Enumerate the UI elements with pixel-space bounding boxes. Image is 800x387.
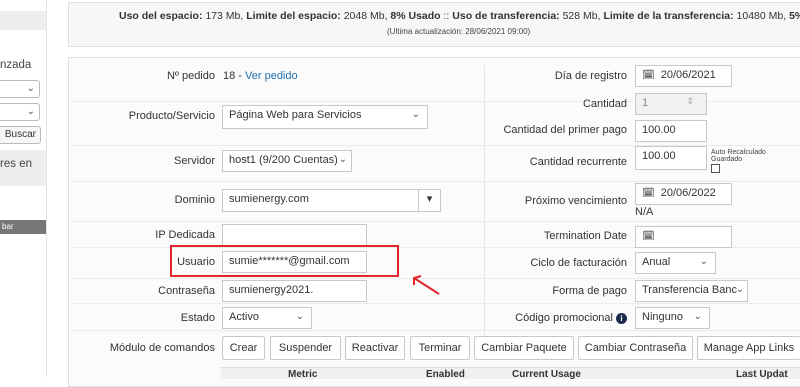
payment-method-value: Transferencia Banc	[642, 284, 737, 296]
metric-column-header: Metric	[288, 369, 318, 380]
enabled-column-header: Enabled	[426, 369, 465, 380]
metrics-table-header: Metric Enabled Current Usage Last Updat	[221, 367, 800, 380]
row-divider	[70, 303, 800, 304]
info-icon[interactable]: i	[616, 313, 627, 324]
password-label: Contraseña	[158, 285, 215, 297]
first-payment-value: 100.00	[642, 124, 676, 136]
next-due-label: Próximo vencimiento	[524, 195, 627, 207]
termination-date-label: Termination Date	[543, 230, 627, 242]
first-payment-input[interactable]: 100.00	[635, 120, 707, 142]
server-label: Servidor	[174, 155, 215, 167]
current-usage-column-header: Current Usage	[512, 369, 581, 380]
order-number-value: 18 - Ver pedido	[223, 70, 298, 82]
calendar-icon: 🗓	[642, 231, 655, 242]
recurring-amount-input[interactable]: 100.00	[635, 146, 707, 170]
server-select-value: host1 (9/200 Cuentas)	[229, 154, 338, 166]
billing-cycle-select[interactable]: Anual ⌄	[635, 252, 716, 274]
chevron-down-icon: ⌄	[693, 311, 702, 322]
next-due-date-input[interactable]: 🗓 20/06/2022	[635, 183, 732, 205]
auto-recalc-label: Auto Recalculado	[711, 149, 766, 156]
row-divider	[70, 181, 800, 182]
product-select[interactable]: Página Web para Servicios ⌄	[222, 105, 428, 129]
domain-input-value: sumienergy.com	[229, 193, 309, 205]
sidebar-advanced-heading: nzada	[0, 59, 32, 71]
username-highlight-box	[170, 245, 399, 277]
sidebar-filter-select-2[interactable]: ⌄	[0, 103, 40, 121]
status-select[interactable]: Activo ⌄	[222, 307, 312, 329]
registration-date-label: Día de registro	[554, 70, 627, 82]
chevron-down-icon: ⌄	[411, 109, 420, 120]
password-input[interactable]: sumienergy2021.	[222, 280, 367, 302]
module-commands-label: Módulo de comandos	[109, 342, 215, 354]
sidebar-filter-select-1[interactable]: ⌄	[0, 80, 40, 98]
auto-recalculate-checkbox[interactable]	[711, 164, 720, 173]
status-select-value: Activo	[229, 311, 259, 323]
caret-down-icon: ▾	[426, 193, 433, 205]
quantity-stepper[interactable]: 1 ⇕	[635, 93, 707, 115]
dedicated-ip-label: IP Dedicada	[155, 229, 215, 241]
chevron-down-icon: ⌄	[699, 256, 708, 267]
product-label: Producto/Servicio	[128, 110, 215, 122]
sidebar-results-heading: res en	[0, 158, 32, 170]
next-due-na: N/A	[635, 206, 654, 218]
stepper-arrows-icon: ⇕	[686, 96, 694, 106]
sidebar-dark-button[interactable]: bar	[0, 220, 46, 234]
chevron-down-icon: ⌄	[735, 284, 744, 295]
password-input-value: sumienergy2021.	[229, 284, 314, 296]
usage-summary-text: Uso del espacio: 173 Mb, Limite del espa…	[119, 10, 800, 22]
billing-cycle-value: Anual	[642, 256, 671, 268]
chevron-down-icon: ⌄	[295, 311, 304, 322]
domain-input[interactable]: sumienergy.com	[222, 189, 441, 212]
row-divider	[70, 330, 800, 331]
termination-date-input[interactable]: 🗓	[635, 226, 732, 248]
recurring-amount-value: 100.00	[642, 150, 676, 162]
billing-cycle-label: Ciclo de facturación	[530, 257, 627, 269]
change-package-button[interactable]: Cambiar Paquete	[474, 336, 574, 360]
promo-code-label: Código promocional i	[515, 312, 627, 324]
calendar-icon: 🗓	[642, 188, 655, 199]
usage-last-update: (Ultima actualización: 28/06/2021 09:00)	[387, 27, 531, 36]
promo-code-value: Ninguno	[642, 311, 683, 323]
quantity-label: Cantidad	[582, 98, 627, 110]
terminate-button[interactable]: Terminar	[410, 336, 470, 360]
saved-label: Guardado	[711, 156, 743, 163]
suspend-button[interactable]: Suspender	[270, 336, 341, 360]
product-select-value: Página Web para Servicios	[229, 109, 362, 121]
payment-method-label: Forma de pago	[552, 285, 627, 297]
chevron-down-icon: ⌄	[26, 106, 35, 117]
create-button[interactable]: Crear	[222, 336, 265, 360]
first-payment-label: Cantidad del primer pago	[503, 124, 627, 136]
quantity-value: 1	[642, 97, 649, 109]
row-divider	[70, 221, 800, 222]
annotation-arrow-icon	[413, 275, 440, 295]
recurring-amount-label: Cantidad recurrente	[529, 156, 627, 168]
payment-method-select[interactable]: Transferencia Banc ⌄	[635, 280, 748, 302]
last-update-column-header: Last Updat	[736, 369, 788, 380]
domain-dropdown-button[interactable]: ▾	[418, 189, 441, 212]
promo-code-select[interactable]: Ninguno ⌄	[635, 307, 710, 329]
view-order-link[interactable]: Ver pedido	[245, 70, 298, 82]
column-divider	[484, 65, 485, 355]
chevron-down-icon: ⌄	[338, 154, 347, 165]
calendar-icon: 🗓	[642, 70, 655, 81]
sidebar-search-button[interactable]: Buscar	[0, 126, 41, 144]
sidebar-header-bar	[0, 11, 46, 30]
dedicated-ip-input[interactable]	[222, 224, 367, 246]
registration-date-input[interactable]: 🗓 20/06/2021	[635, 65, 732, 87]
order-number-label: Nº pedido	[166, 70, 215, 82]
server-select[interactable]: host1 (9/200 Cuentas) ⌄	[222, 150, 352, 172]
change-password-button[interactable]: Cambiar Contraseña	[578, 336, 693, 360]
usage-summary-panel: Uso del espacio: 173 Mb, Limite del espa…	[68, 2, 800, 47]
next-due-date-value: 20/06/2022	[660, 187, 716, 199]
status-label: Estado	[180, 312, 215, 324]
manage-app-links-button[interactable]: Manage App Links	[697, 336, 800, 360]
sidebar: nzada ⌄ ⌄ Buscar res en bar	[0, 0, 47, 377]
domain-label: Dominio	[174, 194, 215, 206]
registration-date-value: 20/06/2021	[660, 69, 716, 81]
reactivate-button[interactable]: Reactivar	[345, 336, 405, 360]
chevron-down-icon: ⌄	[26, 83, 35, 94]
